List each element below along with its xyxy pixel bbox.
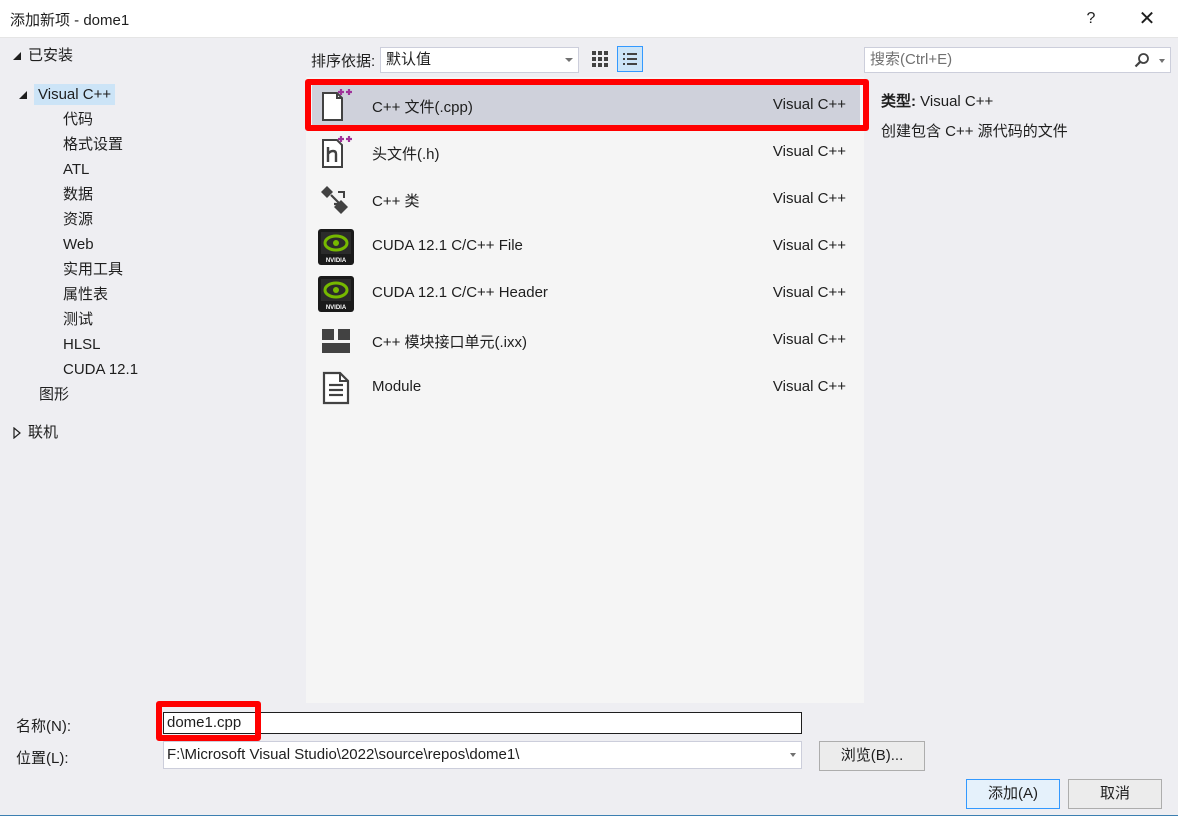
add-button[interactable]: 添加(A) <box>966 779 1060 809</box>
browse-button[interactable]: 浏览(B)... <box>819 741 925 771</box>
cpp-file-icon <box>322 89 352 121</box>
dropdown-arrow-icon <box>565 58 573 62</box>
search-icon[interactable] <box>1134 52 1150 68</box>
tree-item-web[interactable]: Web <box>63 233 94 257</box>
window-title: 添加新项 - dome1 <box>10 12 130 29</box>
tree-item-data[interactable]: 数据 <box>63 183 93 207</box>
tree-item-formatting[interactable]: 格式设置 <box>63 133 123 157</box>
item-type: Visual C++ <box>772 190 846 207</box>
item-type: Visual C++ <box>772 331 846 348</box>
detail-type-label: 类型: <box>881 93 916 110</box>
close-button[interactable]: ✕ <box>1124 0 1170 38</box>
category-tree: 已安装 Visual C++ 代码 格式设置 ATL 数据 资源 Web 实用工… <box>0 39 305 703</box>
item-type: Visual C++ <box>772 284 846 301</box>
tree-item-online-label: 联机 <box>28 424 59 441</box>
list-item-module-interface[interactable]: C++ 模块接口单元(.ixx) Visual C++ <box>312 318 860 364</box>
search-placeholder: 搜索(Ctrl+E) <box>870 51 953 68</box>
sort-dropdown[interactable]: 默认值 <box>380 47 579 73</box>
search-options-arrow-icon[interactable] <box>1159 59 1165 63</box>
template-list: C++ 文件(.cpp) Visual C++ 头文件(.h) Visual C… <box>306 77 864 703</box>
collapse-arrow-icon <box>13 52 21 61</box>
location-field[interactable]: F:\Microsoft Visual Studio\2022\source\r… <box>163 741 802 769</box>
tree-item-resources[interactable]: 资源 <box>63 208 93 232</box>
item-name: 头文件(.h) <box>372 146 440 163</box>
svg-text:NVIDIA: NVIDIA <box>326 258 347 264</box>
item-type: Visual C++ <box>772 143 846 160</box>
details-pane: 类型: Visual C++ 创建包含 C++ 源代码的文件 <box>864 77 1178 703</box>
tree-item-cuda[interactable]: CUDA 12.1 <box>63 358 138 382</box>
tree-item-online[interactable]: 联机 <box>12 421 58 445</box>
tree-item-installed[interactable]: 已安装 <box>12 44 73 68</box>
sort-label: 排序依据: <box>311 53 376 70</box>
sort-value: 默认值 <box>386 51 432 68</box>
item-name: CUDA 12.1 C/C++ File <box>372 237 523 254</box>
item-name: C++ 文件(.cpp) <box>372 99 473 116</box>
list-item-cuda-file[interactable]: NVIDIA CUDA 12.1 C/C++ File Visual C++ <box>312 224 860 270</box>
collapse-arrow-icon <box>19 91 27 100</box>
item-name: C++ 模块接口单元(.ixx) <box>372 334 528 351</box>
tree-item-installed-label: 已安装 <box>28 47 74 64</box>
name-label: 名称(N): <box>16 718 71 735</box>
list-item-cpp-file[interactable]: C++ 文件(.cpp) Visual C++ <box>312 83 860 129</box>
nvidia-icon: NVIDIA <box>318 276 354 312</box>
detail-type: 类型: Visual C++ <box>881 90 993 111</box>
item-type: Visual C++ <box>772 237 846 254</box>
detail-type-value: Visual C++ <box>920 93 994 110</box>
module-interface-icon <box>322 329 350 353</box>
cpp-class-icon <box>321 186 348 214</box>
svg-text:NVIDIA: NVIDIA <box>326 305 347 311</box>
expand-arrow-icon <box>13 426 21 440</box>
tree-item-visual-cpp[interactable]: Visual C++ <box>18 83 116 107</box>
location-label: 位置(L): <box>16 750 69 767</box>
tree-item-test[interactable]: 测试 <box>63 308 93 332</box>
location-dropdown-arrow-icon[interactable] <box>790 753 796 757</box>
search-input[interactable]: 搜索(Ctrl+E) <box>864 47 1171 73</box>
item-name: C++ 类 <box>372 193 420 210</box>
tree-item-graphics[interactable]: 图形 <box>39 383 69 407</box>
tree-item-property-sheets[interactable]: 属性表 <box>63 283 108 307</box>
item-name: CUDA 12.1 C/C++ Header <box>372 284 548 301</box>
document-icon <box>322 371 350 405</box>
tree-item-hlsl[interactable]: HLSL <box>63 333 101 357</box>
nvidia-icon: NVIDIA <box>318 229 354 265</box>
help-button[interactable]: ? <box>1068 0 1114 38</box>
detail-description: 创建包含 C++ 源代码的文件 <box>881 123 1068 140</box>
tree-item-code[interactable]: 代码 <box>63 108 93 132</box>
bottom-form: 名称(N): dome1.cpp 位置(L): F:\Microsoft Vis… <box>0 703 1178 815</box>
location-value: F:\Microsoft Visual Studio\2022\source\r… <box>167 746 520 763</box>
title-bar: 添加新项 - dome1 ? ✕ <box>0 0 1178 38</box>
cancel-button[interactable]: 取消 <box>1068 779 1162 809</box>
item-type: Visual C++ <box>772 378 846 395</box>
list-item-header-file[interactable]: 头文件(.h) Visual C++ <box>312 130 860 176</box>
list-view-icon <box>623 53 637 65</box>
tree-item-utilities[interactable]: 实用工具 <box>63 258 123 282</box>
grid-view-icon <box>592 51 608 67</box>
item-name: Module <box>372 378 422 395</box>
name-field[interactable]: dome1.cpp <box>163 712 802 734</box>
header-file-icon <box>322 136 352 168</box>
list-item-cuda-header[interactable]: NVIDIA CUDA 12.1 C/C++ Header Visual C++ <box>312 271 860 317</box>
tree-item-visual-cpp-label: Visual C++ <box>34 84 116 105</box>
list-item-cpp-class[interactable]: C++ 类 Visual C++ <box>312 177 860 223</box>
list-item-module[interactable]: Module Visual C++ <box>312 365 860 411</box>
list-view-button[interactable] <box>617 46 643 72</box>
item-type: Visual C++ <box>772 96 846 113</box>
tree-item-atl[interactable]: ATL <box>63 158 89 182</box>
grid-view-button[interactable] <box>587 46 613 72</box>
